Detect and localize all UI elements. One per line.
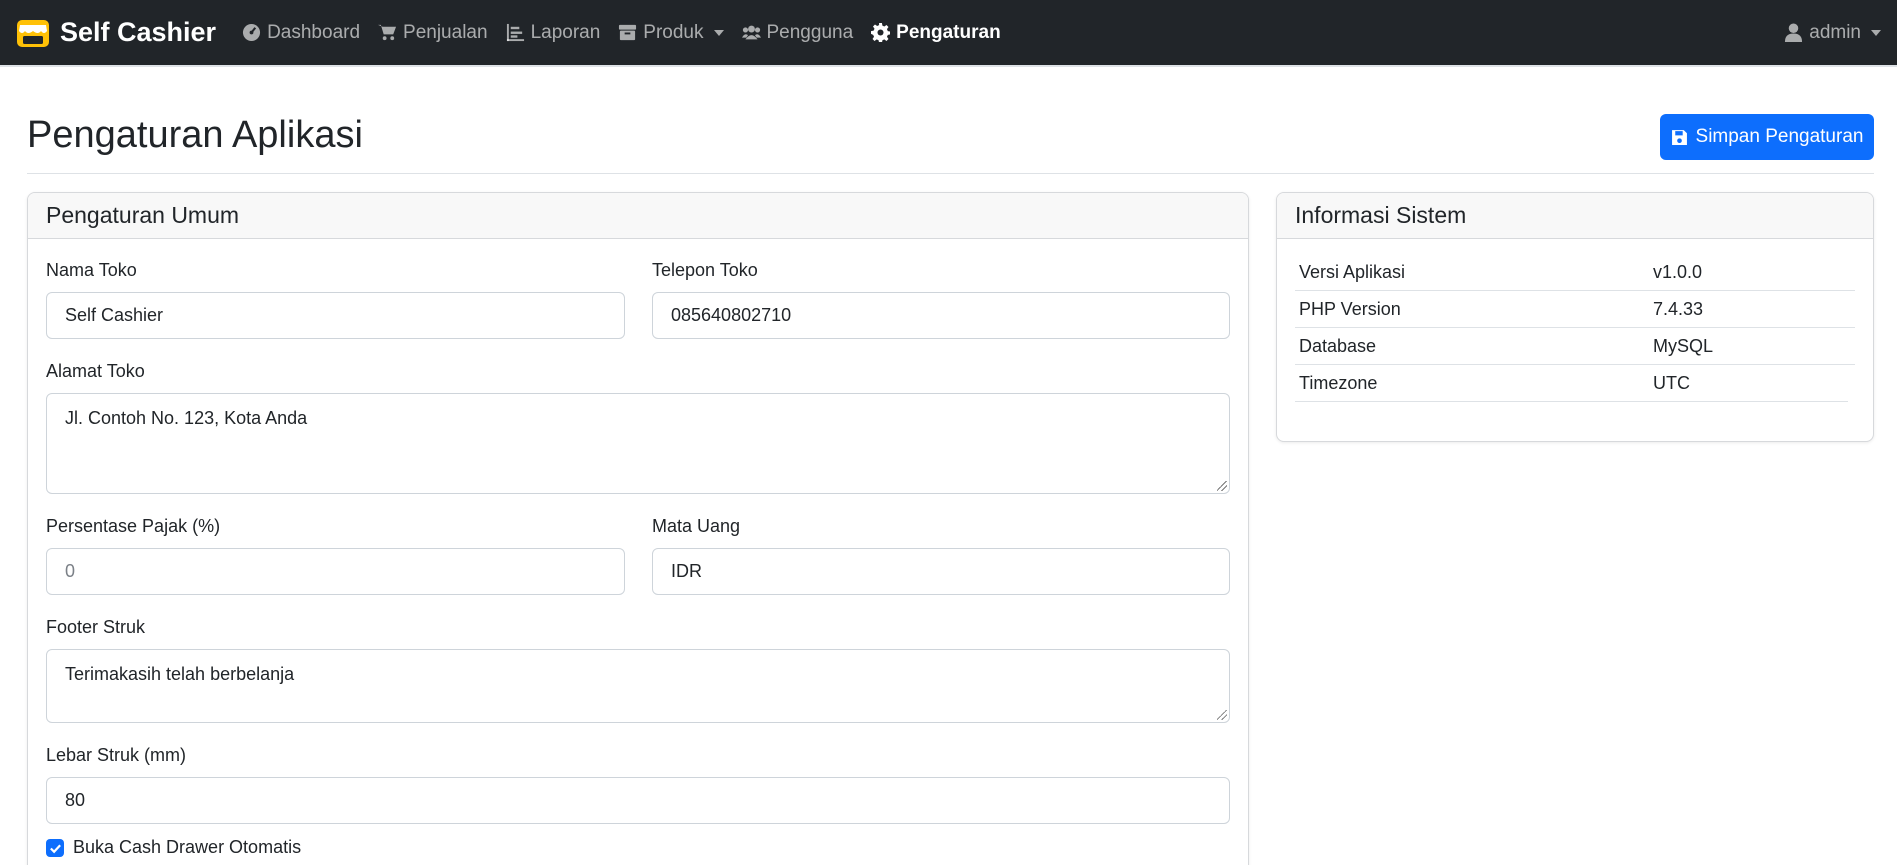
address-textarea[interactable]: Jl. Contoh No. 123, Kota Anda xyxy=(46,393,1230,494)
resize-handle[interactable] xyxy=(1217,481,1227,491)
table-row: PHP Version 7.4.33 xyxy=(1295,291,1855,328)
user-icon xyxy=(1785,23,1803,42)
box-icon xyxy=(619,24,637,41)
phone-input[interactable]: 085640802710 xyxy=(652,292,1230,339)
chevron-down-icon xyxy=(1871,29,1881,36)
brand-name: Self Cashier xyxy=(60,17,217,47)
system-info-card: Informasi Sistem Versi Aplikasi v1.0.0 P… xyxy=(1276,192,1874,442)
tax-input[interactable]: 0 xyxy=(46,548,625,595)
gauge-icon xyxy=(243,23,261,42)
store-name-label: Nama Toko xyxy=(46,260,137,280)
nav-item-dashboard[interactable]: Dashboard xyxy=(242,22,360,44)
user-menu[interactable]: admin xyxy=(1784,22,1881,44)
table-row: Database MySQL xyxy=(1295,328,1855,365)
check-icon xyxy=(49,843,61,853)
navbar: Self Cashier Dashboard Penjualan Laporan… xyxy=(0,0,1897,67)
cash-drawer-label[interactable]: Buka Cash Drawer Otomatis xyxy=(73,837,301,858)
address-label: Alamat Toko xyxy=(46,361,145,381)
nav-item-produk[interactable]: Produk xyxy=(618,22,724,44)
page-header: Pengaturan Aplikasi Simpan Pengaturan xyxy=(27,96,1874,174)
store-icon xyxy=(17,19,49,47)
cart-icon xyxy=(378,24,397,41)
receipt-footer-textarea[interactable]: Terimakasih telah berbelanja xyxy=(46,649,1230,723)
tax-label: Persentase Pajak (%) xyxy=(46,516,221,536)
receipt-width-input[interactable]: 80 xyxy=(46,777,1230,824)
currency-label: Mata Uang xyxy=(652,516,741,536)
table-row: Timezone UTC xyxy=(1295,365,1848,402)
chevron-down-icon xyxy=(713,29,724,36)
phone-label: Telepon Toko xyxy=(652,260,758,280)
resize-handle[interactable] xyxy=(1217,710,1227,720)
card-header: Pengaturan Umum xyxy=(28,193,1248,239)
table-row: Versi Aplikasi v1.0.0 xyxy=(1295,254,1855,291)
nav-item-laporan[interactable]: Laporan xyxy=(506,22,600,44)
save-icon xyxy=(1671,129,1687,145)
gear-icon xyxy=(871,23,891,42)
nav-item-pengaturan[interactable]: Pengaturan xyxy=(871,22,1001,44)
nav-item-penjualan[interactable]: Penjualan xyxy=(378,22,488,44)
nav-links: Dashboard Penjualan Laporan Produk Pengg… xyxy=(242,22,1001,44)
card-header: Informasi Sistem xyxy=(1277,193,1873,239)
chart-icon xyxy=(506,23,524,42)
receipt-width-label: Lebar Struk (mm) xyxy=(46,745,187,765)
page-title: Pengaturan Aplikasi xyxy=(27,114,363,156)
brand[interactable]: Self Cashier xyxy=(16,17,216,49)
nav-item-pengguna[interactable]: Pengguna xyxy=(741,22,853,44)
users-icon xyxy=(741,25,761,40)
currency-input[interactable]: IDR xyxy=(652,548,1230,595)
store-name-input[interactable]: Self Cashier xyxy=(46,292,625,339)
save-settings-button[interactable]: Simpan Pengaturan xyxy=(1660,114,1874,160)
system-info-table: Versi Aplikasi v1.0.0 PHP Version 7.4.33… xyxy=(1295,254,1855,402)
receipt-footer-label: Footer Struk xyxy=(46,617,146,637)
general-settings-card: Pengaturan Umum Nama Toko Self Cashier T… xyxy=(27,192,1249,865)
cash-drawer-checkbox[interactable] xyxy=(46,839,64,857)
